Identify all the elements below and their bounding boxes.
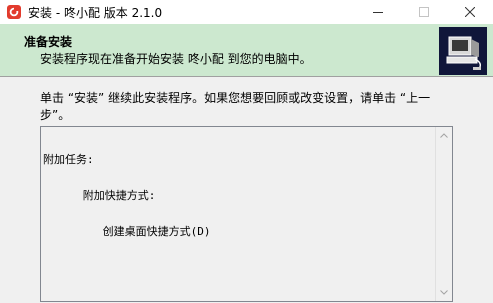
wizard-header: 准备安装 安装程序现在准备开始安装 咚小配 到您的电脑中。 — [0, 24, 493, 77]
memo-line: 创建桌面快捷方式(D) — [43, 225, 211, 238]
scroll-up-button[interactable] — [436, 127, 452, 144]
app-logo-icon — [7, 5, 21, 19]
window-controls — [355, 0, 493, 24]
window-title: 安装 - 咚小配 版本 2.1.0 — [28, 5, 163, 20]
title-bar[interactable]: 安装 - 咚小配 版本 2.1.0 — [0, 0, 493, 24]
installer-window: 安装 - 咚小配 版本 2.1.0 准备安装 安装程序现在准备开始安装 咚小配 … — [0, 0, 493, 303]
page-subtitle: 安装程序现在准备开始安装 咚小配 到您的电脑中。 — [40, 52, 312, 66]
installer-computer-icon — [439, 27, 487, 75]
close-icon — [465, 7, 475, 17]
close-button[interactable] — [447, 0, 493, 24]
instruction-text: 单击 “安装” 继续此安装程序。如果您想要回顾或改变设置，请单击 “上一步”。 — [40, 91, 431, 122]
scroll-down-button[interactable] — [436, 284, 452, 301]
page-title: 准备安装 — [24, 35, 73, 49]
maximize-button[interactable] — [401, 0, 447, 24]
memo-line: 附加快捷方式: — [43, 189, 156, 202]
memo-scrollbar[interactable] — [435, 127, 452, 301]
chevron-up-icon — [440, 133, 448, 138]
ready-memo[interactable]: 附加任务: 附加快捷方式: 创建桌面快捷方式(D) — [40, 126, 453, 302]
memo-content: 附加任务: 附加快捷方式: 创建桌面快捷方式(D) — [43, 130, 435, 262]
chevron-down-icon — [440, 290, 448, 295]
maximize-icon — [419, 7, 429, 17]
memo-line: 附加任务: — [43, 153, 94, 166]
minimize-icon — [373, 12, 383, 13]
minimize-button[interactable] — [355, 0, 401, 24]
